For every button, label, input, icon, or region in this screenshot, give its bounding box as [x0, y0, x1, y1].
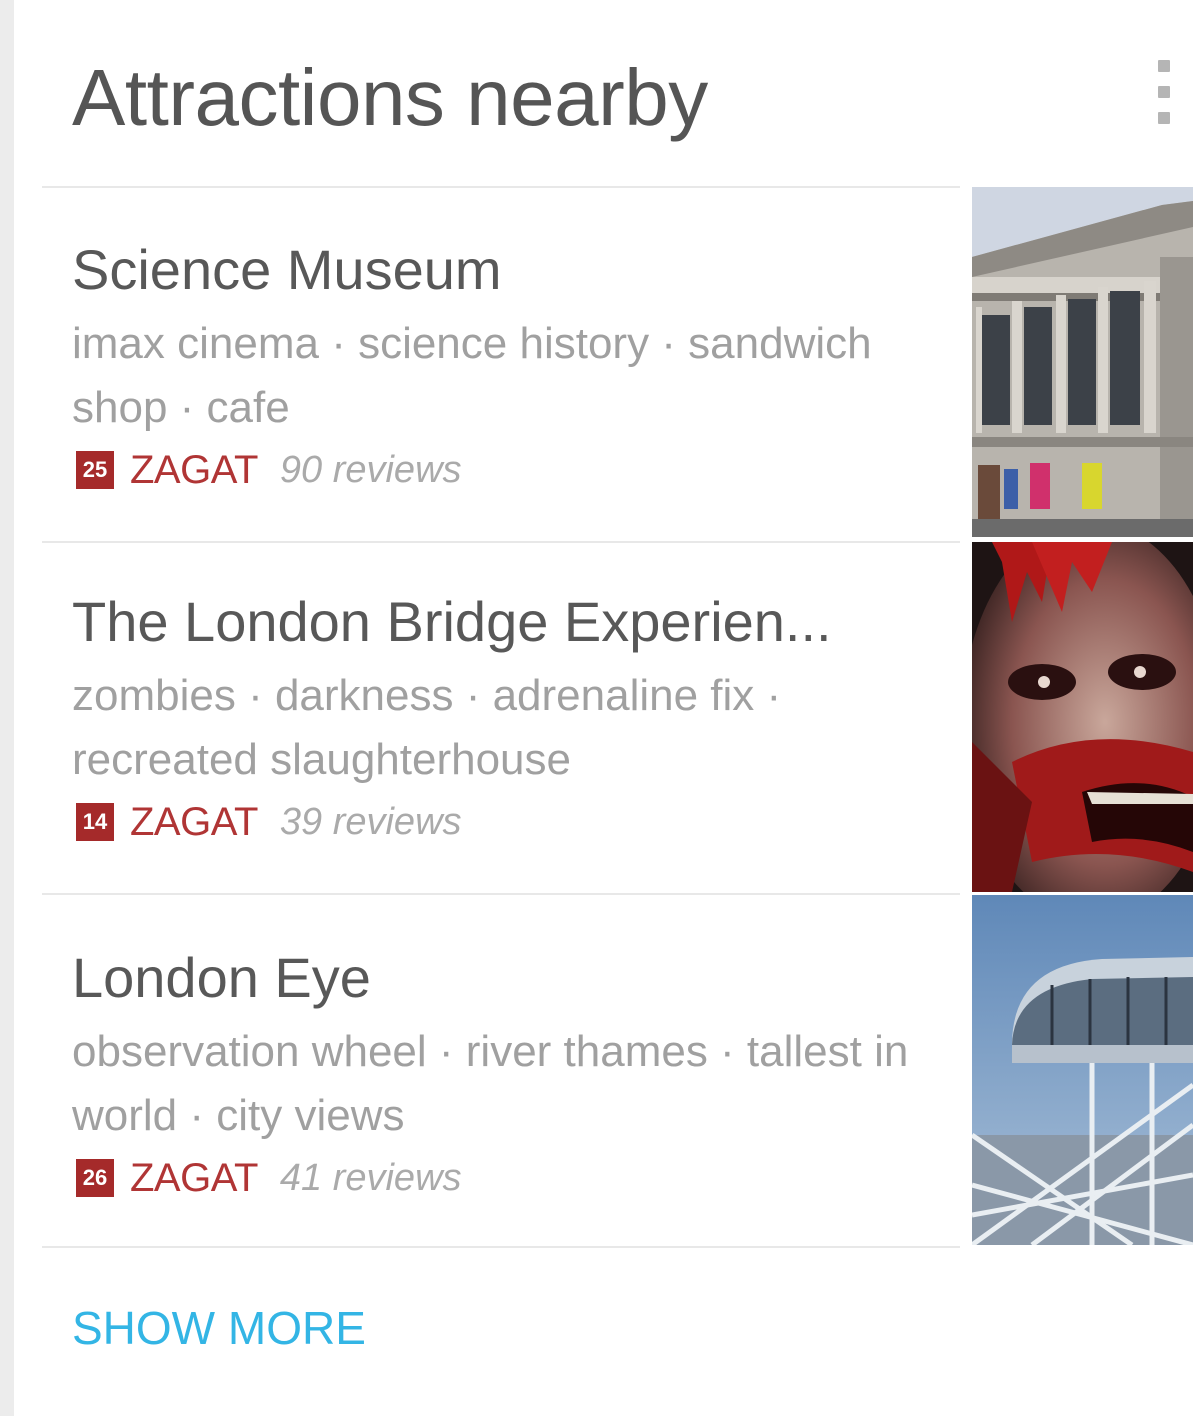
zagat-label: ZAGAT	[130, 1155, 258, 1200]
divider	[42, 541, 960, 543]
zagat-score-badge: 26	[76, 1159, 114, 1197]
zagat-rating: 25 ZAGAT 90 reviews	[76, 446, 462, 494]
review-count: 90 reviews	[279, 448, 462, 491]
zagat-label: ZAGAT	[130, 799, 258, 844]
attraction-tags: zombies · darkness · adrenaline fix · re…	[72, 671, 782, 784]
attraction-name: The London Bridge Experien...	[72, 590, 832, 653]
attraction-name: London Eye	[72, 946, 371, 1009]
divider	[42, 1246, 960, 1248]
review-count: 39 reviews	[279, 800, 462, 843]
menu-dot	[1158, 60, 1170, 72]
attraction-tags: imax cinema · science history · sandwich…	[72, 319, 872, 432]
zagat-score-badge: 14	[76, 803, 114, 841]
zagat-rating: 14 ZAGAT 39 reviews	[76, 798, 462, 846]
zagat-score-badge: 25	[76, 451, 114, 489]
attraction-tags: observation wheel · river thames · talle…	[72, 1027, 909, 1140]
review-count: 41 reviews	[279, 1156, 462, 1199]
zombie-face-photo[interactable]	[972, 542, 1193, 892]
zagat-label: ZAGAT	[130, 447, 258, 492]
divider	[42, 186, 960, 188]
london-eye-image	[972, 895, 1193, 1245]
attractions-card: Attractions nearby Science Museum imax c…	[14, 0, 1193, 1416]
attraction-name: Science Museum	[72, 238, 502, 301]
menu-dot	[1158, 112, 1170, 124]
show-more-button[interactable]: SHOW MORE	[72, 1300, 366, 1356]
card-title: Attractions nearby	[72, 53, 708, 142]
london-eye-capsule-photo[interactable]	[972, 895, 1193, 1245]
overflow-menu-icon[interactable]	[1152, 60, 1176, 124]
zagat-rating: 26 ZAGAT 41 reviews	[76, 1154, 462, 1202]
menu-dot	[1158, 86, 1170, 98]
divider	[42, 893, 960, 895]
museum-image	[972, 187, 1193, 537]
zombie-image	[972, 542, 1193, 892]
museum-building-photo[interactable]	[972, 187, 1193, 537]
